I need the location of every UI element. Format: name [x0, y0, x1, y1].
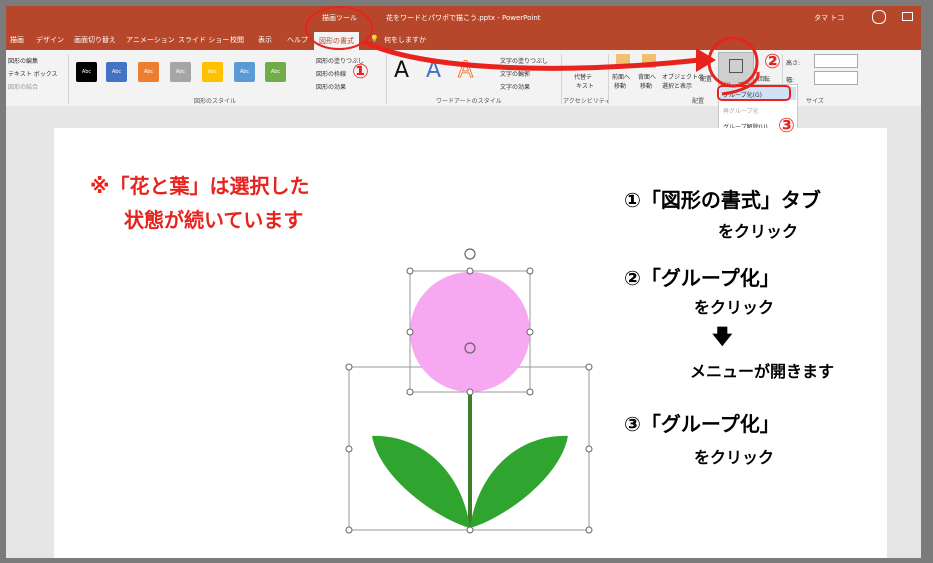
screenshot-frame: 描画ツール 花をワードとパワポで描こう.pptx - PowerPoint タマ… [0, 0, 933, 563]
drawing-overlay: ① ② ③ [305, 6, 795, 534]
callout-number-2: ② [764, 49, 781, 73]
callout-circle-group-button [707, 36, 759, 88]
callout-number-3: ③ [778, 113, 795, 137]
flower-head[interactable] [410, 272, 530, 392]
left-leaf[interactable] [372, 435, 470, 528]
callout-circle-tab [305, 6, 373, 50]
right-leaf[interactable] [470, 435, 568, 528]
callout-arrow-1 [363, 39, 701, 71]
callout-number-1: ① [352, 59, 369, 83]
